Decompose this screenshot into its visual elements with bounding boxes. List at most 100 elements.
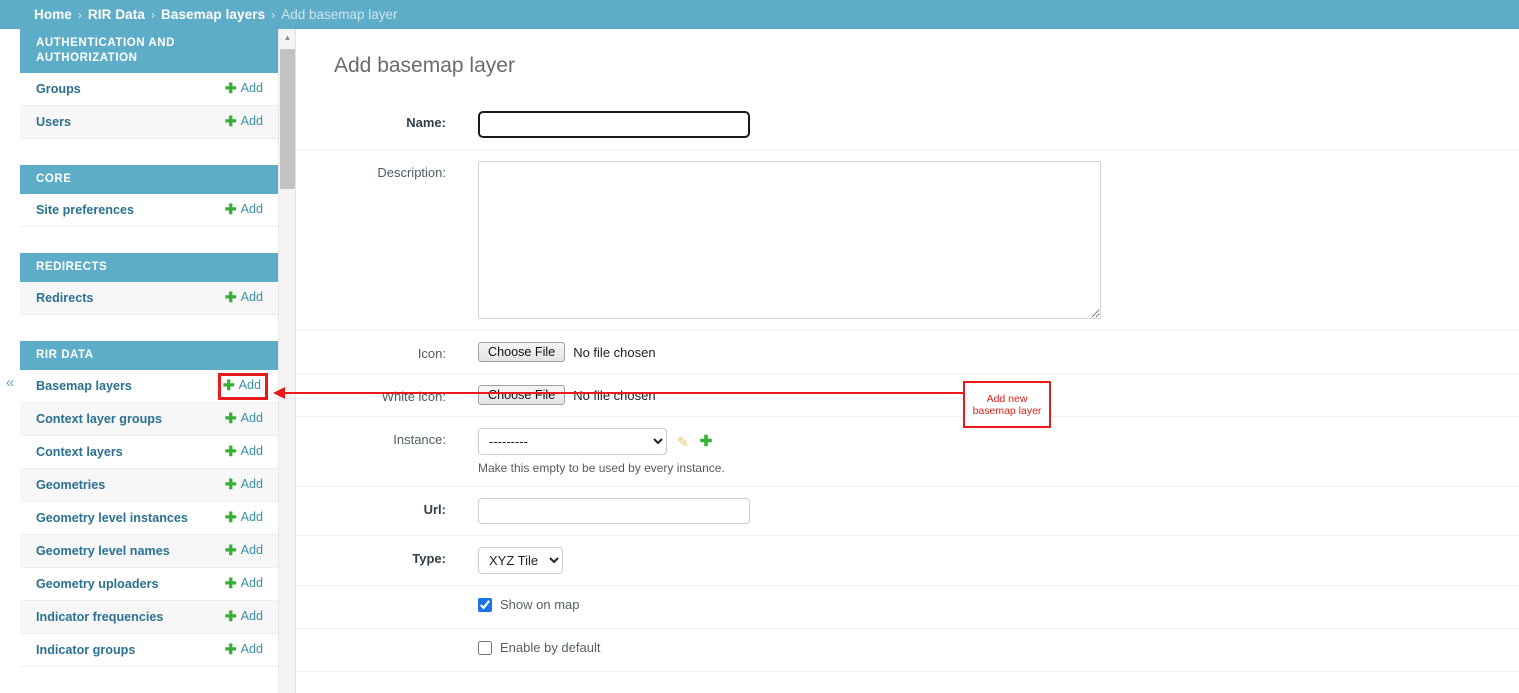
- sidebar-scrollbar[interactable]: ▲: [278, 29, 295, 693]
- sidebar-app-block: Redirects Redirects ✚ Add: [20, 253, 279, 315]
- breadcrumb: Home › RIR Data › Basemap layers › Add b…: [0, 0, 1519, 29]
- add-link-context-layers[interactable]: ✚ Add: [225, 444, 263, 458]
- sidebar-item-context-layers[interactable]: Context layers: [36, 445, 123, 459]
- plus-icon: ✚: [224, 201, 237, 217]
- add-link-basemap-layers[interactable]: ✚ Add: [223, 378, 261, 392]
- sidebar-app-header: Core: [20, 165, 279, 194]
- instance-select[interactable]: ---------: [478, 428, 667, 455]
- breadcrumb-item-home[interactable]: Home: [34, 7, 72, 22]
- description-textarea[interactable]: [478, 161, 1101, 319]
- name-label: Name:: [406, 115, 446, 130]
- add-link-indicator-groups[interactable]: ✚ Add: [225, 642, 263, 656]
- form-row-instance: Instance: --------- ✎ ✚ Make this empty …: [296, 417, 1519, 487]
- scrollbar-up-arrow-icon[interactable]: ▲: [279, 29, 295, 46]
- icon-file-status: No file chosen: [573, 344, 656, 360]
- add-label: Add: [240, 290, 263, 304]
- breadcrumb-item-basemap-layers[interactable]: Basemap layers: [161, 7, 265, 22]
- add-link-geometry-level-names[interactable]: ✚ Add: [225, 543, 263, 557]
- instance-label: Instance:: [393, 432, 446, 447]
- add-link-geometry-level-instances[interactable]: ✚ Add: [225, 510, 263, 524]
- sidebar-model-row: Context layers ✚ Add: [20, 436, 279, 469]
- plus-icon: ✚: [224, 80, 237, 96]
- breadcrumb-item-rir-data[interactable]: RIR Data: [88, 7, 145, 22]
- sidebar-item-indicator-groups[interactable]: Indicator groups: [36, 643, 135, 657]
- main-content: Add basemap layer Name: Description: Ico…: [296, 29, 1519, 693]
- annotation-arrow-head: [273, 387, 285, 399]
- icon-choose-file-button[interactable]: Choose File: [478, 342, 566, 362]
- sidebar-group-gap: [20, 315, 279, 341]
- add-label: Add: [240, 114, 263, 128]
- enable-by-default-row: Enable by default: [478, 640, 1519, 655]
- add-link-groups[interactable]: ✚ Add: [225, 81, 263, 95]
- add-link-context-layer-groups[interactable]: ✚ Add: [225, 411, 263, 425]
- add-label: Add: [240, 444, 263, 458]
- add-link-indicator-frequencies[interactable]: ✚ Add: [225, 609, 263, 623]
- add-link-geometry-uploaders[interactable]: ✚ Add: [225, 576, 263, 590]
- breadcrumb-separator: ›: [271, 7, 276, 22]
- plus-icon: ✚: [224, 113, 237, 129]
- add-wrapper: ✚ Add: [225, 443, 263, 461]
- add-link-users[interactable]: ✚ Add: [225, 114, 263, 128]
- sidebar-item-users[interactable]: Users: [36, 115, 71, 129]
- sidebar-item-geometries[interactable]: Geometries: [36, 478, 105, 492]
- plus-icon: ✚: [224, 641, 237, 657]
- icon-label: Icon:: [417, 346, 446, 361]
- add-wrapper: ✚ Add: [225, 201, 263, 219]
- show-on-map-checkbox[interactable]: [478, 597, 492, 612]
- sidebar: Authentication and authorization Groups ✚ A…: [20, 29, 296, 693]
- add-link-redirects[interactable]: ✚ Add: [225, 290, 263, 304]
- url-input[interactable]: [478, 498, 750, 524]
- sidebar-app-block: Authentication and authorization Groups ✚ A…: [20, 29, 279, 139]
- sidebar-model-row: Groups ✚ Add: [20, 73, 279, 106]
- sidebar-model-row: Indicator groups ✚ Add: [20, 634, 279, 667]
- add-label: Add: [240, 609, 263, 623]
- sidebar-item-redirects[interactable]: Redirects: [36, 291, 93, 305]
- plus-icon: ✚: [224, 410, 237, 426]
- add-wrapper: ✚ Add: [225, 410, 263, 428]
- sidebar-item-site-preferences[interactable]: Site preferences: [36, 203, 134, 217]
- form-row-show-on-map: Show on map: [296, 586, 1519, 629]
- type-label: Type:: [412, 551, 446, 566]
- icon-file-field: Choose File No file chosen: [478, 342, 1519, 362]
- sidebar-item-geometry-level-names[interactable]: Geometry level names: [36, 544, 170, 558]
- show-on-map-label[interactable]: Show on map: [500, 597, 580, 612]
- breadcrumb-item-current: Add basemap layer: [281, 7, 398, 22]
- sidebar-item-context-layer-groups[interactable]: Context layer groups: [36, 412, 162, 426]
- form-row-white-icon: White icon: Choose File No file chosen: [296, 374, 1519, 417]
- name-input[interactable]: [478, 111, 750, 138]
- add-label: Add: [240, 81, 263, 95]
- type-select[interactable]: XYZ Tile: [478, 547, 563, 574]
- sidebar-item-geometry-level-instances[interactable]: Geometry level instances: [36, 511, 188, 525]
- add-label: Add: [240, 642, 263, 656]
- highlighted-add-wrapper: ✚ Add: [217, 372, 268, 400]
- sidebar-item-groups[interactable]: Groups: [36, 82, 81, 96]
- white-icon-choose-file-button[interactable]: Choose File: [478, 385, 566, 405]
- add-instance-plus-icon[interactable]: ✚: [700, 434, 713, 449]
- add-wrapper: ✚ Add: [225, 575, 263, 593]
- add-wrapper: ✚ Add: [225, 113, 263, 131]
- sidebar-item-basemap-layers[interactable]: Basemap layers: [36, 379, 132, 393]
- add-link-site-preferences[interactable]: ✚ Add: [225, 202, 263, 216]
- enable-by-default-checkbox[interactable]: [478, 640, 492, 655]
- add-wrapper: ✚ Add: [225, 289, 263, 307]
- enable-by-default-label[interactable]: Enable by default: [500, 640, 600, 655]
- sidebar-app-block: Core Site preferences ✚ Add: [20, 165, 279, 227]
- sidebar-item-geometry-uploaders[interactable]: Geometry uploaders: [36, 577, 158, 591]
- breadcrumb-separator: ›: [77, 7, 82, 22]
- sidebar-model-row: Geometry level names ✚ Add: [20, 535, 279, 568]
- sidebar-collapse-icon[interactable]: «: [2, 373, 18, 393]
- plus-icon: ✚: [222, 376, 235, 393]
- scrollbar-thumb[interactable]: [280, 49, 295, 189]
- plus-icon: ✚: [224, 542, 237, 558]
- add-label: Add: [240, 576, 263, 590]
- sidebar-model-row: Users ✚ Add: [20, 106, 279, 139]
- sidebar-app-header: Authentication and authorization: [20, 29, 279, 73]
- form-row-name: Name:: [296, 100, 1519, 150]
- edit-pencil-icon[interactable]: ✎: [677, 435, 689, 449]
- sidebar-model-row: Geometry uploaders ✚ Add: [20, 568, 279, 601]
- plus-icon: ✚: [224, 476, 237, 492]
- sidebar-model-row: Redirects ✚ Add: [20, 282, 279, 315]
- add-link-geometries[interactable]: ✚ Add: [225, 477, 263, 491]
- sidebar-model-row: Context layer groups ✚ Add: [20, 403, 279, 436]
- sidebar-item-indicator-frequencies[interactable]: Indicator frequencies: [36, 610, 163, 624]
